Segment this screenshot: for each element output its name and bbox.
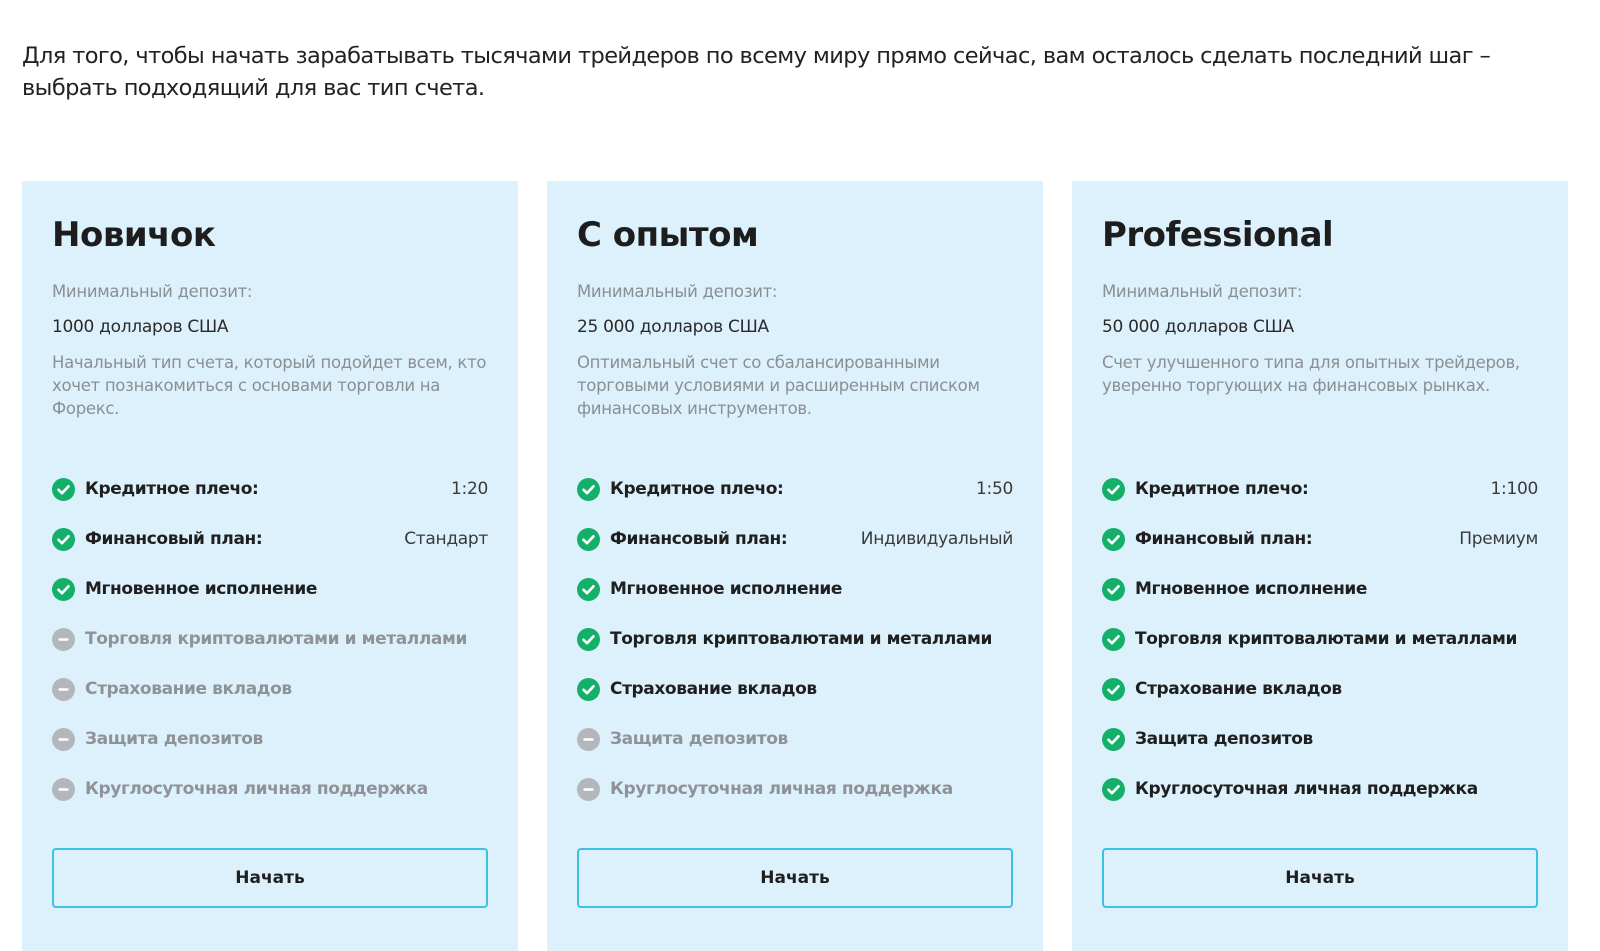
- feature-item: Финансовый план: Индивидуальный: [577, 514, 1013, 564]
- check-icon: [52, 527, 75, 551]
- card-description: Начальный тип счета, который подойдет вс…: [52, 353, 487, 418]
- feature-name: Финансовый план:: [1135, 529, 1313, 549]
- feature-name: Круглосуточная личная поддержка: [85, 779, 428, 799]
- feature-name: Круглосуточная личная поддержка: [610, 779, 953, 799]
- card-title: С опытом: [577, 215, 759, 255]
- feature-item: Мгновенное исполнение: [1102, 564, 1538, 614]
- check-icon: [1102, 677, 1125, 701]
- feature-name: Кредитное плечо:: [610, 479, 784, 499]
- check-icon: [52, 477, 75, 501]
- deposit-value: 1000 долларов США: [52, 317, 229, 337]
- intro-line-1: Для того, чтобы начать зарабатывать тыся…: [22, 43, 1491, 69]
- feature-list: Кредитное плечо: 1:100 Финансовый план: …: [1102, 464, 1538, 814]
- feature-item: Финансовый план: Стандарт: [52, 514, 488, 564]
- deposit-label: Минимальный депозит:: [52, 282, 253, 301]
- feature-item: Кредитное плечо: 1:20: [52, 464, 488, 514]
- feature-item: Мгновенное исполнение: [577, 564, 1013, 614]
- card-description: Оптимальный счет со сбалансированными то…: [577, 353, 980, 418]
- card-description: Счет улучшенного типа для опытных трейде…: [1102, 353, 1520, 395]
- minus-icon: [52, 727, 75, 751]
- feature-value: Премиум: [1459, 529, 1538, 549]
- feature-name: Круглосуточная личная поддержка: [1135, 779, 1478, 799]
- feature-item: Торговля криптовалютами и металлами: [577, 614, 1013, 664]
- feature-name: Финансовый план:: [85, 529, 263, 549]
- feature-item: Кредитное плечо: 1:50: [577, 464, 1013, 514]
- check-icon: [1102, 727, 1125, 751]
- start-button[interactable]: Начать: [52, 848, 488, 908]
- feature-item: Кредитное плечо: 1:100: [1102, 464, 1538, 514]
- feature-name: Кредитное плечо:: [1135, 479, 1309, 499]
- feature-item: Финансовый план: Премиум: [1102, 514, 1538, 564]
- card-title: Новичок: [52, 215, 216, 255]
- feature-name: Страхование вкладов: [1135, 679, 1342, 699]
- start-button[interactable]: Начать: [1102, 848, 1538, 908]
- check-icon: [52, 577, 75, 601]
- minus-icon: [52, 627, 75, 651]
- deposit-value: 25 000 долларов США: [577, 317, 769, 337]
- feature-item: Защита депозитов: [1102, 714, 1538, 764]
- feature-item: Мгновенное исполнение: [52, 564, 488, 614]
- check-icon: [577, 577, 600, 601]
- feature-item: Торговля криптовалютами и металлами: [1102, 614, 1538, 664]
- check-icon: [1102, 777, 1125, 801]
- feature-name: Торговля криптовалютами и металлами: [1135, 629, 1517, 649]
- check-icon: [1102, 627, 1125, 651]
- check-icon: [1102, 477, 1125, 501]
- feature-item: Страхование вкладов: [577, 664, 1013, 714]
- check-icon: [577, 677, 600, 701]
- feature-item: Защита депозитов: [577, 714, 1013, 764]
- feature-name: Мгновенное исполнение: [610, 579, 843, 599]
- deposit-label: Минимальный депозит:: [1102, 282, 1303, 301]
- feature-item: Торговля криптовалютами и металлами: [52, 614, 488, 664]
- feature-name: Кредитное плечо:: [85, 479, 259, 499]
- intro-text: Для того, чтобы начать зарабатывать тыся…: [22, 40, 1562, 104]
- feature-value: Индивидуальный: [860, 529, 1014, 549]
- feature-name: Торговля криптовалютами и металлами: [85, 629, 467, 649]
- check-icon: [1102, 527, 1125, 551]
- feature-name: Мгновенное исполнение: [85, 579, 318, 599]
- feature-name: Финансовый план:: [610, 529, 788, 549]
- check-icon: [577, 477, 600, 501]
- feature-value: Стандарт: [404, 529, 488, 549]
- check-icon: [577, 527, 600, 551]
- start-button[interactable]: Начать: [577, 848, 1013, 908]
- feature-list: Кредитное плечо: 1:20 Финансовый план: С…: [52, 464, 488, 814]
- feature-name: Страхование вкладов: [610, 679, 817, 699]
- feature-item: Страхование вкладов: [52, 664, 488, 714]
- check-icon: [577, 627, 600, 651]
- minus-icon: [52, 677, 75, 701]
- feature-name: Защита депозитов: [1135, 729, 1313, 749]
- card-beginner: Новичок Минимальный депозит: 1000 доллар…: [22, 181, 518, 951]
- card-title: Professional: [1102, 215, 1334, 255]
- feature-list: Кредитное плечо: 1:50 Финансовый план: И…: [577, 464, 1013, 814]
- account-type-cards: Новичок Минимальный депозит: 1000 доллар…: [22, 181, 1568, 951]
- minus-icon: [577, 727, 600, 751]
- deposit-value: 50 000 долларов США: [1102, 317, 1294, 337]
- feature-item: Круглосуточная личная поддержка: [577, 764, 1013, 814]
- feature-name: Защита депозитов: [610, 729, 788, 749]
- minus-icon: [52, 777, 75, 801]
- feature-value: 1:50: [976, 479, 1013, 499]
- feature-item: Защита депозитов: [52, 714, 488, 764]
- minus-icon: [577, 777, 600, 801]
- feature-item: Круглосуточная личная поддержка: [1102, 764, 1538, 814]
- feature-name: Защита депозитов: [85, 729, 263, 749]
- feature-name: Торговля криптовалютами и металлами: [610, 629, 992, 649]
- card-experienced: С опытом Минимальный депозит: 25 000 дол…: [547, 181, 1043, 951]
- feature-name: Мгновенное исполнение: [1135, 579, 1368, 599]
- check-icon: [1102, 577, 1125, 601]
- deposit-label: Минимальный депозит:: [577, 282, 778, 301]
- feature-name: Страхование вкладов: [85, 679, 292, 699]
- feature-value: 1:100: [1490, 479, 1539, 499]
- feature-item: Страхование вкладов: [1102, 664, 1538, 714]
- card-professional: Professional Минимальный депозит: 50 000…: [1072, 181, 1568, 951]
- feature-item: Круглосуточная личная поддержка: [52, 764, 488, 814]
- intro-line-2: выбрать подходящий для вас тип счета.: [22, 75, 485, 101]
- feature-value: 1:20: [451, 479, 488, 499]
